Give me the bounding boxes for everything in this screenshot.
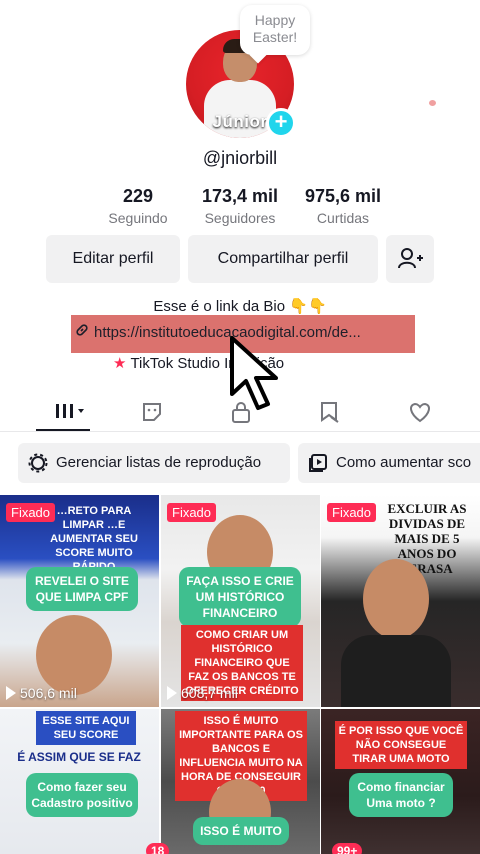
decorative-dot xyxy=(429,100,436,106)
chip-label: Como aumentar sco xyxy=(336,454,472,471)
video-thumbnail[interactable]: EXCLUIR AS DIVIDAS DE MAIS DE 5 ANOS DO … xyxy=(321,495,480,707)
video-caption: FAÇA ISSO E CRIE UM HISTÓRICO FINANCEIRO xyxy=(179,567,301,627)
tab-stickers[interactable] xyxy=(122,392,182,432)
liked-heart-icon xyxy=(410,402,430,423)
video-thumbnail[interactable]: Fixado FAÇA ISSO E CRIE UM HISTÓRICO FIN… xyxy=(161,495,320,707)
bubble-text: Happy Easter! xyxy=(252,12,298,45)
play-icon xyxy=(167,686,177,700)
edit-profile-button[interactable]: Editar perfil xyxy=(46,235,180,283)
tab-videos[interactable] xyxy=(36,392,96,432)
stat-value: 173,4 mil xyxy=(201,186,279,206)
gear-icon xyxy=(28,453,48,473)
add-user-icon xyxy=(398,248,423,269)
manage-playlists-chip[interactable]: Gerenciar listas de reprodução xyxy=(18,443,290,483)
status-bubble[interactable]: Happy Easter! xyxy=(240,5,310,55)
add-friends-button[interactable] xyxy=(386,235,434,283)
video-subtext: É ASSIM QUE SE FAZ xyxy=(17,750,141,764)
play-icon xyxy=(6,686,16,700)
video-caption: Como financiar Uma moto ? xyxy=(349,773,453,817)
tab-liked[interactable] xyxy=(389,392,449,432)
repost-icon xyxy=(321,402,339,423)
share-profile-button[interactable]: Compartilhar perfil xyxy=(188,235,378,283)
video-caption: Como fazer seu Cadastro positivo xyxy=(26,773,138,817)
pinned-badge: Fixado xyxy=(167,503,217,522)
video-thumbnail[interactable]: …RETO PARA LIMPAR …E AUMENTAR SEU SCORE … xyxy=(0,495,159,707)
stat-value: 975,6 mil xyxy=(304,186,382,206)
stat-likes[interactable]: 975,6 mil Curtidas xyxy=(296,186,390,226)
link-icon xyxy=(76,324,88,336)
video-top-text: ESSE SITE AQUI SEU SCORE xyxy=(36,711,136,745)
profile-stats: 229 Seguindo 173,4 mil Seguidores 975,6 … xyxy=(0,186,480,230)
playlist-chip[interactable]: Como aumentar sco xyxy=(298,443,480,483)
view-count-text: 608,7 mil xyxy=(181,685,238,701)
stat-label: Seguindo xyxy=(108,210,168,226)
video-caption: ISSO É MUITO xyxy=(193,817,289,845)
studio-star-icon: ★ xyxy=(113,355,127,372)
view-count: 608,7 mil xyxy=(167,685,238,701)
video-thumbnail[interactable]: ISSO É MUITO IMPORTANTE PARA OS BANCOS E… xyxy=(161,709,320,854)
bio-text: Esse é o link da Bio 👇👇 xyxy=(153,298,327,315)
video-top-text: É POR ISSO QUE VOCÊ NÃO CONSEGUE TIRAR U… xyxy=(335,721,467,769)
playlist-icon xyxy=(309,454,327,472)
stat-value: 229 xyxy=(122,186,154,206)
video-thumbnail[interactable]: É POR ISSO QUE VOCÊ NÃO CONSEGUE TIRAR U… xyxy=(321,709,480,854)
stat-label: Curtidas xyxy=(316,210,370,226)
notification-badge: 18 xyxy=(146,843,170,854)
username: @jniorbill xyxy=(202,148,278,168)
sticker-icon xyxy=(143,403,161,421)
add-story-plus-icon[interactable]: + xyxy=(266,108,296,138)
pinned-badge: Fixado xyxy=(327,503,377,522)
stat-label: Seguidores xyxy=(204,210,276,226)
video-caption: REVELEI O SITE QUE LIMPA CPF xyxy=(26,567,138,611)
video-face xyxy=(36,615,112,695)
video-shirt xyxy=(341,635,451,707)
view-count: 506,6 mil xyxy=(6,685,77,701)
chip-label: Gerenciar listas de reprodução xyxy=(56,454,262,471)
active-tab-indicator xyxy=(36,429,90,431)
notification-badge: 99+ xyxy=(332,843,363,854)
video-thumbnail[interactable]: ESSE SITE AQUI SEU SCORE É ASSIM QUE SE … xyxy=(0,709,159,854)
video-grid: …RETO PARA LIMPAR …E AUMENTAR SEU SCORE … xyxy=(0,495,480,854)
mouse-cursor-icon xyxy=(230,336,278,410)
video-face xyxy=(363,559,429,639)
stat-followers[interactable]: 173,4 mil Seguidores xyxy=(195,186,285,226)
stat-following[interactable]: 229 Seguindo xyxy=(96,186,180,226)
videos-grid-icon xyxy=(56,404,84,418)
pinned-badge: Fixado xyxy=(6,503,56,522)
view-count-text: 506,6 mil xyxy=(20,685,77,701)
tab-reposts[interactable] xyxy=(300,392,360,432)
